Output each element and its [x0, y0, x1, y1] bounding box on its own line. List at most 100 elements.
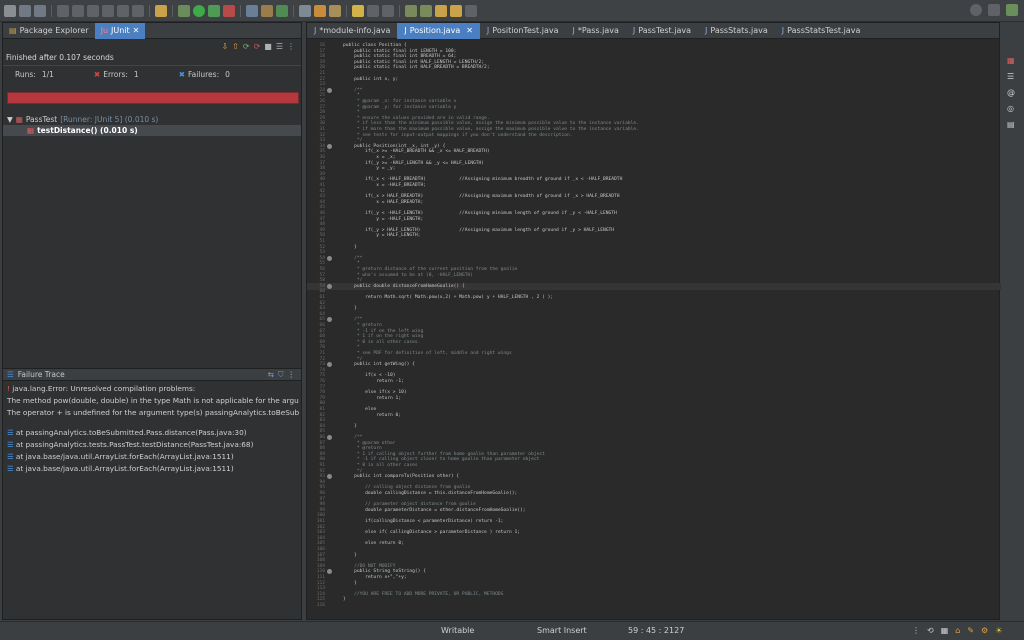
expand-icon[interactable]: ▼ — [7, 115, 13, 124]
show-whitespace-icon[interactable] — [382, 4, 394, 17]
code-line[interactable]: public static final int LENGTH = 100; — [343, 49, 456, 54]
view-menu-icon[interactable]: ⋮ — [288, 370, 296, 380]
toggle-block-selection-icon[interactable] — [367, 4, 379, 17]
resume-icon[interactable] — [57, 4, 69, 17]
fold-icon[interactable] — [327, 143, 332, 149]
code-line[interactable]: * see PDF for definition of left, middle… — [343, 351, 512, 356]
tip-icon[interactable]: ☀ — [995, 626, 1002, 635]
code-line[interactable]: if(_y >= -HALF_LENGTH && _y <= HALF_LENG… — [343, 161, 484, 166]
forward-icon[interactable] — [450, 4, 462, 17]
save-icon[interactable] — [19, 4, 31, 17]
step-return-icon[interactable] — [132, 4, 144, 17]
tab-pass[interactable]: J *Pass.java — [566, 23, 626, 39]
code-line[interactable]: double parameterDistance = other.distanc… — [343, 508, 525, 513]
code-line[interactable]: } — [343, 553, 357, 558]
compare-result-icon[interactable]: ⇆ — [268, 370, 274, 380]
debug-icon[interactable] — [178, 4, 190, 17]
back-icon[interactable] — [435, 4, 447, 17]
fold-icon[interactable] — [327, 362, 332, 368]
code-line[interactable]: public static final int HALF_BREADTH = B… — [343, 65, 490, 70]
code-line[interactable]: if(callingDistance < parameterDistance) … — [343, 519, 503, 524]
code-line[interactable]: * 0 in all other cases — [343, 463, 418, 468]
step-into-icon[interactable] — [102, 4, 114, 17]
code-line[interactable]: * @param other — [343, 441, 396, 446]
fold-icon[interactable] — [327, 87, 332, 93]
view-menu-icon[interactable]: ⋮ — [287, 42, 295, 51]
code-line[interactable]: return 0; — [343, 413, 401, 418]
open-type-icon[interactable] — [299, 4, 311, 17]
code-line[interactable]: return Math.sqrt( Math.pow(x,2) + Math.p… — [343, 295, 553, 300]
step-over-icon[interactable] — [117, 4, 129, 17]
search-tool-icon[interactable] — [314, 4, 326, 17]
code-line[interactable]: else if(x > 10) — [343, 390, 407, 395]
close-icon[interactable]: ✕ — [466, 26, 473, 35]
fold-icon[interactable] — [327, 283, 332, 289]
code-line[interactable]: return 1; — [343, 396, 401, 401]
code-line[interactable]: public int x, y; — [343, 77, 398, 82]
new-class-icon[interactable] — [276, 4, 288, 17]
trace-line[interactable]: ! java.lang.Error: Unresolved compilatio… — [3, 383, 301, 395]
code-line[interactable]: if(_x > HALF_BREADTH) //Assigning maximu… — [343, 194, 619, 199]
new-package-icon[interactable] — [261, 4, 273, 17]
tab-position-test[interactable]: J PositionTest.java — [480, 23, 566, 39]
code-line[interactable]: } — [343, 597, 346, 602]
code-line[interactable]: * @param _x: for instance variable x — [343, 99, 457, 104]
stop-icon[interactable]: ■ — [264, 42, 272, 51]
code-line[interactable]: } — [343, 424, 357, 429]
code-line[interactable]: if(x < -10) — [343, 373, 395, 378]
tree-item-testdistance[interactable]: ▦ testDistance() (0.010 s) — [3, 125, 301, 136]
code-line[interactable]: else — [343, 407, 376, 412]
filter-stack-icon[interactable]: ⛉ — [278, 370, 284, 380]
next-failure-icon[interactable]: ⇩ — [221, 42, 228, 51]
sync-icon[interactable]: ⟲ — [927, 626, 934, 635]
history-icon[interactable]: ☰ — [276, 42, 283, 51]
code-area[interactable]: 16 public class Position {17 public stati… — [307, 41, 1001, 619]
code-line[interactable]: x = _x; — [343, 155, 395, 160]
code-line[interactable]: y = HALF_LENGTH; — [343, 233, 420, 238]
run-icon[interactable] — [193, 4, 205, 17]
code-line[interactable]: public String toString() { — [343, 569, 426, 574]
suspend-icon[interactable] — [72, 4, 84, 17]
new-icon[interactable] — [4, 4, 16, 17]
settings-icon[interactable]: ⚙ — [981, 626, 988, 635]
trace-line[interactable]: ☰ at java.base/java.util.ArrayList.forEa… — [3, 463, 301, 475]
code-line[interactable]: double callingDistance = this.distanceFr… — [343, 491, 517, 496]
code-line[interactable]: if(_x < -HALF_BREADTH) //Assigning minim… — [343, 177, 622, 182]
code-line[interactable]: x = -HALF_BREADTH; — [343, 183, 426, 188]
previous-failure-icon[interactable]: ⇧ — [232, 42, 239, 51]
tab-pass-test[interactable]: J PassTest.java — [626, 23, 698, 39]
code-line[interactable]: y = _y; — [343, 166, 395, 171]
rerun-icon[interactable]: ⟳ — [243, 42, 250, 51]
code-line[interactable]: x = HALF_BREADTH; — [343, 200, 423, 205]
code-line[interactable]: return -1; — [343, 379, 404, 384]
fold-icon[interactable] — [327, 474, 332, 480]
code-line[interactable]: } — [343, 306, 357, 311]
code-line[interactable]: * @return — [343, 446, 382, 451]
pen-icon[interactable] — [329, 4, 341, 17]
toggle-mark-occurrences-icon[interactable] — [352, 4, 364, 17]
java-perspective-icon[interactable] — [1006, 4, 1018, 16]
code-line[interactable]: if(_x >= -HALF_BREADTH && _x <= HALF_BRE… — [343, 149, 489, 154]
grid-icon[interactable]: ▦ — [941, 626, 949, 635]
fold-icon[interactable] — [327, 255, 332, 261]
toggle-icon[interactable] — [155, 4, 167, 17]
trace-line[interactable]: The method pow(double, double) in the ty… — [3, 395, 301, 407]
code-line[interactable]: } — [343, 245, 357, 250]
code-line[interactable]: * @return distance of the current positi… — [343, 267, 517, 272]
code-line[interactable]: return x+","+y; — [343, 575, 407, 580]
tab-package-explorer[interactable]: ▤ Package Explorer — [3, 23, 95, 39]
pen-icon[interactable]: ✎ — [967, 626, 974, 635]
code-line[interactable]: * if more than the maximum possible valu… — [343, 127, 639, 132]
code-line[interactable]: /** — [343, 317, 362, 322]
code-line[interactable]: public static final int BREADTH = 64; — [343, 54, 456, 59]
terminate-icon[interactable] — [87, 4, 99, 17]
search-icon[interactable] — [970, 4, 982, 16]
code-line[interactable]: public int compareTo(Position other) { — [343, 474, 459, 479]
fold-icon[interactable] — [327, 317, 332, 323]
trace-line[interactable]: ☰ at passingAnalytics.toBeSubmitted.Pass… — [3, 427, 301, 439]
tab-module-info[interactable]: J *module-info.java — [307, 23, 397, 39]
javadoc-icon[interactable]: ◎ — [1007, 104, 1015, 113]
previous-annotation-icon[interactable] — [420, 4, 432, 17]
declaration-icon[interactable]: ▤ — [1007, 120, 1015, 129]
code-line[interactable]: * — [343, 93, 360, 98]
